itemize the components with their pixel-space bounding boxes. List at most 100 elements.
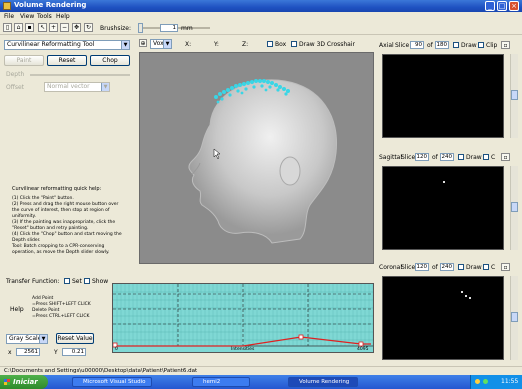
task-volume-rendering[interactable]: Volume Rendering	[288, 377, 358, 387]
axial-scrollbar[interactable]	[510, 54, 518, 138]
colormap-select[interactable]: Gray Scale ▼	[6, 334, 48, 344]
transfer-control-point[interactable]	[358, 341, 364, 347]
pick-icon[interactable]: ⊕	[139, 39, 147, 47]
transfer-set-checkbox[interactable]	[64, 278, 70, 284]
depth-label: Depth	[6, 71, 25, 78]
box-label: Box	[275, 41, 287, 48]
menu-bar: File View Tools Help	[0, 12, 522, 21]
coronal-maximize-icon[interactable]: ▫	[501, 263, 510, 271]
sagittal-clip-label: C	[491, 154, 496, 161]
menu-view[interactable]: View	[20, 13, 34, 20]
coronal-panel: Coronal Slice 120 of 240 Draw C ▫	[377, 260, 518, 366]
axial-draw-checkbox[interactable]	[453, 42, 459, 48]
transfer-y-label: Y	[54, 349, 58, 356]
head-silhouette	[188, 79, 338, 244]
ear-shape	[279, 156, 301, 186]
tray-icon[interactable]	[475, 379, 480, 384]
app-icon	[3, 2, 11, 10]
sagittal-scrollbar[interactable]	[510, 166, 518, 250]
pan-icon[interactable]: ✥	[72, 23, 81, 32]
volume-render-view[interactable]	[139, 52, 374, 264]
transfer-y-input[interactable]: 0.21	[62, 348, 86, 356]
offset-label: Offset	[6, 84, 25, 91]
axial-scroll-thumb[interactable]	[511, 90, 518, 100]
sagittal-maximize-icon[interactable]: ▫	[501, 153, 510, 161]
coronal-slice-input[interactable]: 120	[415, 263, 429, 271]
coronal-marker-dot	[461, 291, 463, 293]
help-line: =Press CTRL+LEFT CLICK	[32, 314, 90, 319]
view-toolbar: ⊕ Vox ▼ X: Y: Z: Box Draw 3D Crosshair	[139, 38, 374, 50]
transfer-x-input[interactable]: 2561	[16, 348, 40, 356]
sagittal-title: Sagittal	[379, 154, 403, 161]
transfer-control-point[interactable]	[298, 334, 304, 340]
menu-help[interactable]: Help	[56, 13, 70, 20]
axial-panel: Axial Slice 90 of 180 Draw Clip ▫	[377, 38, 518, 148]
quick-help: Curvilinear reformatting quick help: (1)…	[12, 186, 134, 256]
task-visual-studio[interactable]: Microsoft Visual Studio	[72, 377, 152, 387]
sagittal-scroll-thumb[interactable]	[511, 202, 518, 212]
title-bar: Volume Rendering _ □ ×	[0, 0, 522, 12]
system-tray: 11:55	[470, 375, 522, 389]
zoom-out-icon[interactable]: −	[60, 23, 69, 32]
tray-icon[interactable]	[483, 379, 488, 384]
coronal-title: Coronal	[379, 264, 403, 271]
sagittal-slice-input[interactable]: 120	[415, 153, 429, 161]
open-folder-icon[interactable]: ⌂	[14, 23, 23, 32]
crosshair-checkbox[interactable]	[291, 41, 297, 47]
coronal-scroll-thumb[interactable]	[511, 312, 518, 322]
offset-select[interactable]: Normal vector ▼	[44, 82, 110, 92]
brushsize-input[interactable]: 1	[160, 24, 178, 32]
sagittal-slice-label: Slice	[401, 154, 416, 161]
toolbar: ▯ ⌂ ▪ ↖ + − ✥ ↻ Brushsize: 1 mm	[0, 21, 522, 35]
box-checkbox[interactable]	[267, 41, 273, 47]
maximize-button[interactable]: □	[497, 1, 507, 11]
axial-of-label: of	[427, 42, 433, 49]
pointer-icon[interactable]: ↖	[38, 23, 47, 32]
task-hemi2[interactable]: hemi2	[192, 377, 250, 387]
axial-total: 180	[435, 41, 449, 49]
axis-min-label: 0	[115, 347, 118, 352]
menu-file[interactable]: File	[4, 13, 14, 20]
reset-value-button[interactable]: Reset Value	[56, 333, 94, 344]
brushsize-slider-thumb[interactable]	[138, 23, 143, 33]
axial-maximize-icon[interactable]: ▫	[501, 41, 510, 49]
tool-mode-select[interactable]: Curvilinear Reformatting Tool ▼	[4, 40, 130, 50]
sagittal-clip-checkbox[interactable]	[483, 154, 489, 160]
start-label: Iniciar	[13, 378, 38, 386]
transfer-show-checkbox[interactable]	[84, 278, 90, 284]
axial-slice-view[interactable]	[382, 54, 504, 138]
zoom-in-icon[interactable]: +	[49, 23, 58, 32]
head-rendering	[188, 79, 338, 244]
minimize-button[interactable]: _	[485, 1, 495, 11]
menu-tools[interactable]: Tools	[37, 13, 52, 20]
quick-help-title: Curvilinear reformatting quick help:	[12, 186, 102, 192]
paint-button[interactable]: Paint	[4, 55, 44, 66]
coronal-slice-view[interactable]	[382, 276, 504, 360]
axial-clip-checkbox[interactable]	[478, 42, 484, 48]
quick-help-line: operation, as move the Depth slider slow…	[12, 250, 110, 255]
transfer-function-plot	[113, 284, 373, 348]
sagittal-panel: Sagittal Slice 120 of 240 Draw C ▫	[377, 150, 518, 260]
transfer-help-label: Help	[10, 306, 24, 313]
coronal-clip-checkbox[interactable]	[483, 264, 489, 270]
x-coord-label: X:	[185, 41, 192, 48]
axial-draw-label: Draw	[461, 42, 477, 49]
reset-button[interactable]: Reset	[47, 55, 87, 66]
depth-slider[interactable]	[30, 74, 130, 76]
clock: 11:55	[501, 378, 519, 385]
transfer-help-text: Add Point =Press SHIFT+LEFT CLICK Delete…	[32, 296, 91, 320]
coronal-draw-checkbox[interactable]	[458, 264, 464, 270]
rotate-icon[interactable]: ↻	[84, 23, 93, 32]
save-icon[interactable]: ▪	[25, 23, 34, 32]
voxel-select[interactable]: Vox ▼	[150, 39, 172, 49]
coronal-slice-label: Slice	[401, 264, 416, 271]
new-file-icon[interactable]: ▯	[3, 23, 12, 32]
sagittal-draw-checkbox[interactable]	[458, 154, 464, 160]
transfer-function-graph[interactable]: 0 Intensities 4095	[112, 283, 374, 353]
coronal-scrollbar[interactable]	[510, 276, 518, 360]
chop-button[interactable]: Chop	[90, 55, 130, 66]
close-button[interactable]: ×	[509, 1, 519, 11]
sagittal-slice-view[interactable]	[382, 166, 504, 250]
axial-slice-input[interactable]: 90	[410, 41, 424, 49]
start-button[interactable]: Iniciar	[0, 375, 48, 389]
